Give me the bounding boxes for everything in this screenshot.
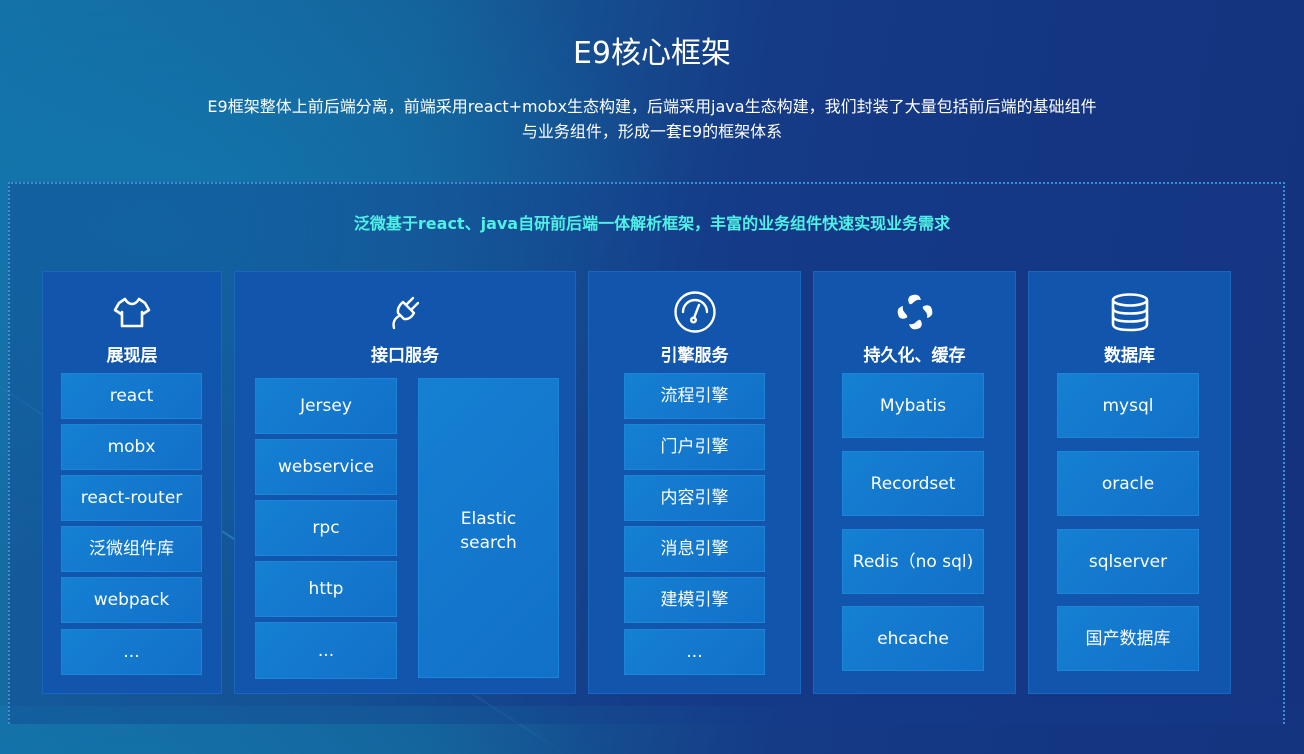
component-workflow-engine: 流程引擎 bbox=[624, 373, 765, 419]
pinwheel-icon bbox=[897, 294, 932, 330]
component-rpc: rpc bbox=[255, 500, 397, 556]
component-recordset: Recordset bbox=[842, 451, 984, 516]
component-more: ... bbox=[61, 629, 202, 675]
component-react-router: react-router bbox=[61, 475, 202, 521]
column-title: 展现层 bbox=[106, 346, 158, 366]
component-webpack: webpack bbox=[61, 577, 202, 623]
page-title: E9核心框架 bbox=[572, 36, 732, 71]
column-title: 持久化、缓存 bbox=[863, 346, 966, 366]
component-oracle: oracle bbox=[1057, 451, 1199, 516]
component-more: ... bbox=[624, 629, 765, 675]
gauge-icon bbox=[673, 291, 716, 333]
column-title: 引擎服务 bbox=[660, 346, 729, 366]
plug-icon bbox=[392, 296, 420, 330]
component-mysql: mysql bbox=[1057, 373, 1199, 438]
component-ehcache: ehcache bbox=[842, 606, 984, 671]
component-content-engine: 内容引擎 bbox=[624, 475, 765, 521]
component-portal-engine: 门户引擎 bbox=[624, 424, 765, 470]
component-redis: Redis（no sql) bbox=[842, 529, 984, 594]
component-http: http bbox=[255, 561, 397, 617]
component-domestic-database: 国产数据库 bbox=[1057, 606, 1199, 671]
framework-tagline: 泛微基于react、java自研前后端一体解析框架，丰富的业务组件快速实现业务需… bbox=[353, 214, 951, 233]
tshirt-icon bbox=[113, 297, 151, 328]
component-more: ... bbox=[255, 622, 397, 679]
component-modeling-engine: 建模引擎 bbox=[624, 577, 765, 623]
description-line-2: 与业务组件，形成一套E9的框架体系 bbox=[521, 122, 783, 141]
column-interface-services: 接口服务 Jersey webservice rpc http ... Elas… bbox=[234, 271, 576, 694]
database-icon bbox=[1111, 293, 1148, 332]
description-line-1: E9框架整体上前后端分离，前端采用react+mobx生态构建，后端采用java… bbox=[207, 97, 1097, 116]
column-persistence-cache: 持久化、缓存 Mybatis Recordset Redis（no sql) e… bbox=[813, 271, 1016, 694]
component-sqlserver: sqlserver bbox=[1057, 529, 1199, 594]
component-react: react bbox=[61, 373, 202, 419]
page-description: E9框架整体上前后端分离，前端采用react+mobx生态构建，后端采用java… bbox=[0, 94, 1304, 144]
column-engine-services: 引擎服务 流程引擎 门户引擎 内容引擎 消息引擎 建模引擎 ... bbox=[588, 271, 801, 694]
component-message-engine: 消息引擎 bbox=[624, 526, 765, 572]
component-mybatis: Mybatis bbox=[842, 373, 984, 438]
component-mobx: mobx bbox=[61, 424, 202, 470]
component-elasticsearch: Elastic search bbox=[418, 378, 559, 678]
column-title: 接口服务 bbox=[371, 346, 439, 366]
component-webservice: webservice bbox=[255, 439, 397, 495]
column-title: 数据库 bbox=[1104, 346, 1155, 366]
component-jersey: Jersey bbox=[255, 378, 397, 434]
column-database: 数据库 mysql oracle sqlserver 国产数据库 bbox=[1028, 271, 1231, 694]
column-presentation-layer: 展现层 react mobx react-router 泛微组件库 webpac… bbox=[42, 271, 222, 694]
component-weaver-ui-library: 泛微组件库 bbox=[61, 526, 202, 572]
